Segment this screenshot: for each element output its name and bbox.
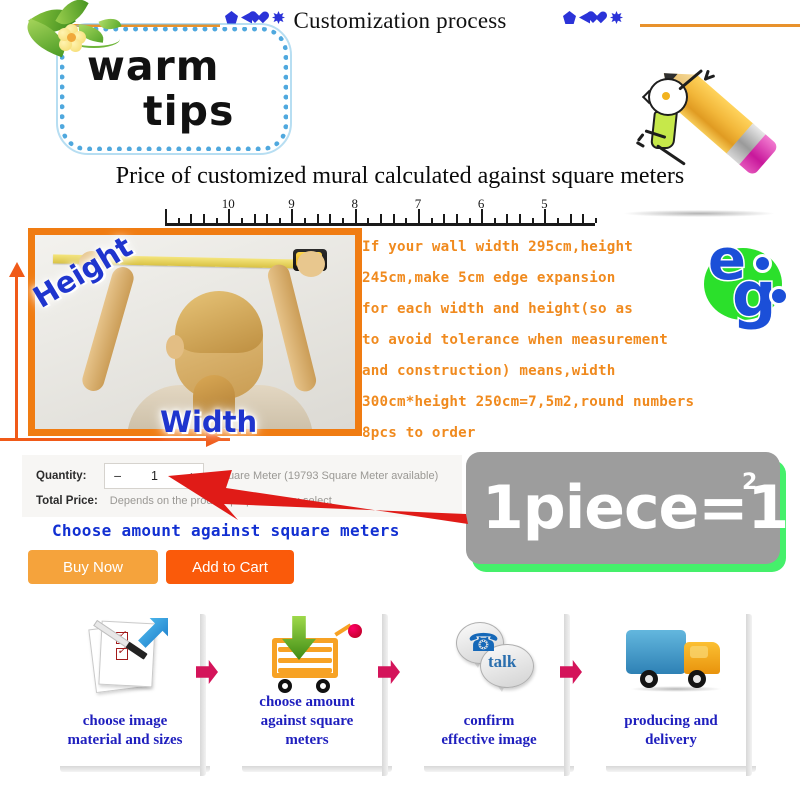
ruler-tick [455,214,458,223]
documents-checklist-icon [50,612,200,700]
process-step-card: choose image material and sizes [50,604,210,776]
add-to-cart-button[interactable]: Add to Cart [166,550,294,584]
process-step-card: producing and delivery [596,604,756,776]
ruler-tick [506,214,509,223]
speech-bubbles-talk-icon: ☎ talk [414,612,564,700]
pentagon-icon [563,11,576,24]
height-arrow-icon [9,262,25,277]
ruler-tick [266,214,269,223]
ruler-tick [557,218,560,223]
ruler-tick [342,218,345,223]
ruler-tick [304,218,307,223]
quantity-label: Quantity: [36,470,87,482]
process-step-card: choose amount against square meters [232,604,392,776]
ruler-tick [190,214,193,223]
process-step-caption: choose amount against square meters [259,694,355,748]
buy-now-button[interactable]: Buy Now [28,550,158,584]
ruler-tick [392,214,395,223]
ruler-label: 8 [351,196,358,211]
talk-label: talk [488,652,517,671]
one-piece-equals-one-square-meter-badge: 1piece=1M 2 [466,452,800,572]
width-label: Width [160,405,258,439]
ruler-label: 10 [221,196,235,211]
process-step-card: ☎ talk confirm effective image [414,604,574,776]
shopping-cart-icon [232,612,382,700]
eg-badge: e g [700,227,789,333]
process-step-caption: choose image material and sizes [67,713,183,748]
ruler-tick [531,218,534,223]
ruler-tick [253,214,256,223]
ruler-tick [430,218,433,223]
delivery-truck-icon [596,612,746,700]
star-icon [272,11,285,24]
piece-superscript: 2 [742,470,758,495]
example-text-line: 8pcs to order [362,425,476,441]
flower-icon [58,24,86,52]
process-step-caption: confirm effective image [441,713,537,748]
example-text-line: and construction) means,width [362,363,616,379]
total-price-label: Total Price: [36,495,98,507]
red-pointer-arrow-icon [168,470,468,524]
ruler-tick [316,214,319,223]
ruler-label: 6 [477,196,485,211]
ruler-tick [215,218,218,223]
warm-tips-line2: tips [143,87,235,135]
ruler-label: 5 [541,196,548,211]
ruler-tick [493,218,496,223]
process-step-caption: producing and delivery [624,713,718,748]
example-text-line: to avoid tolerance when measurement [362,332,668,348]
quantity-input[interactable]: 1 [151,469,158,483]
ruler-tick [177,218,180,223]
ruler-label: 7 [414,196,422,211]
eg-dot-icon [769,286,789,306]
ruler-tick [202,214,205,223]
promo-page: Customization process warm tips Price of… [0,0,800,800]
ruler-tick [569,214,572,223]
quantity-decrement-button[interactable]: − [113,468,121,484]
ruler-tick [380,214,382,223]
ruler-graphic: 10 9 8 7 6 5 [165,196,597,226]
ruler-tick [519,214,522,223]
ruler-tick [329,214,332,223]
ruler-tick [165,209,167,223]
process-steps: choose image material and sizes choose a… [0,600,800,785]
heart-icon [593,11,607,24]
ruler-tick [240,218,243,223]
example-text-line: 300cm*height 250cm=7,5m2,round numbers [362,394,695,410]
ruler-tick [278,218,281,223]
ruler-tick [405,218,408,223]
flower-leaves-decoration [21,0,122,68]
ruler-tick [468,218,471,223]
ruler-tick [443,214,446,223]
header-decoration-right [563,11,623,24]
ruler-tick [582,214,585,223]
ruler-tick [367,218,370,223]
star-icon [610,11,623,24]
pencil-stick-figure-icon [600,70,800,230]
ruler-tick [595,218,597,223]
height-axis-line [15,268,18,440]
ruler-label: 9 [288,196,295,211]
